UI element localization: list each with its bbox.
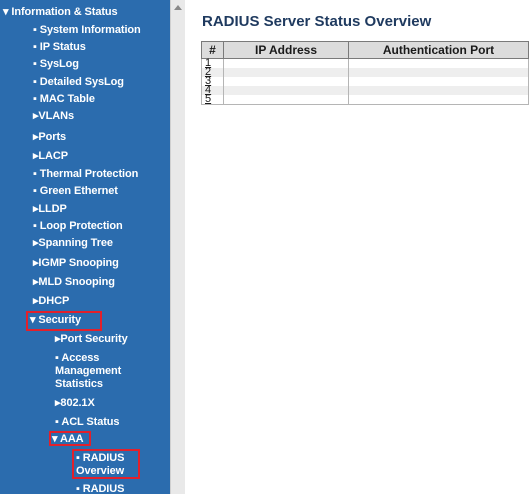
nav-radius-overview[interactable]: ▪ RADIUS Overview (76, 452, 138, 478)
table-row: 2 (201, 67, 529, 78)
table-row: 4 (201, 85, 529, 96)
nav-aaa[interactable]: ▾ AAA (52, 433, 84, 446)
nav-port-security[interactable]: ▸Port Security (55, 333, 128, 346)
page-title: RADIUS Server Status Overview (202, 13, 432, 30)
column-header-authentication-port: Authentication Port (348, 41, 529, 59)
nav-loop-protection[interactable]: ▪ Loop Protection (33, 220, 123, 233)
table-row: 3 (201, 76, 529, 87)
nav-lacp[interactable]: ▸LACP (33, 150, 68, 163)
column-header-number: # (201, 41, 224, 59)
column-header-ip-address: IP Address (223, 41, 349, 59)
nav-igmp-snooping[interactable]: ▸IGMP Snooping (33, 257, 119, 270)
scroll-up-arrow-icon[interactable] (174, 5, 182, 10)
nav-information-status[interactable]: ▾ Information & Status (3, 6, 118, 19)
nav-spanning-tree[interactable]: ▸Spanning Tree (33, 237, 113, 250)
nav-system-information[interactable]: ▪ System Information (33, 24, 141, 37)
nav-vlans[interactable]: ▸VLANs (33, 110, 74, 123)
nav-mld-snooping[interactable]: ▸MLD Snooping (33, 276, 115, 289)
nav-ports[interactable]: ▸Ports (33, 131, 66, 144)
nav-ip-status[interactable]: ▪ IP Status (33, 41, 86, 54)
sidebar: ▾ Information & Status ▪ System Informat… (0, 0, 170, 494)
server-link-5[interactable]: 5 (205, 93, 211, 105)
nav-lldp[interactable]: ▸LLDP (33, 203, 67, 216)
nav-security[interactable]: ▾ Security (30, 314, 81, 327)
nav-detailed-syslog[interactable]: ▪ Detailed SysLog (33, 76, 124, 89)
nav-radius-details[interactable]: ▪ RADIUS (76, 483, 124, 494)
sidebar-scrollbar[interactable] (170, 0, 185, 494)
table-row: 5 (201, 93, 529, 105)
nav-802-1x[interactable]: ▸802.1X (55, 397, 95, 410)
nav-mac-table[interactable]: ▪ MAC Table (33, 93, 95, 106)
table-row: 1 (201, 58, 529, 69)
nav-green-ethernet[interactable]: ▪ Green Ethernet (33, 185, 118, 198)
radius-status-table: # IP Address Authentication Port 1 2 3 4… (201, 41, 529, 105)
nav-acl-status[interactable]: ▪ ACL Status (55, 416, 120, 429)
table-header-row: # IP Address Authentication Port (201, 41, 529, 59)
nav-syslog[interactable]: ▪ SysLog (33, 58, 79, 71)
nav-dhcp[interactable]: ▸DHCP (33, 295, 69, 308)
nav-thermal-protection[interactable]: ▪ Thermal Protection (33, 168, 138, 181)
nav-access-management-statistics[interactable]: ▪ Access Management Statistics (55, 352, 145, 391)
